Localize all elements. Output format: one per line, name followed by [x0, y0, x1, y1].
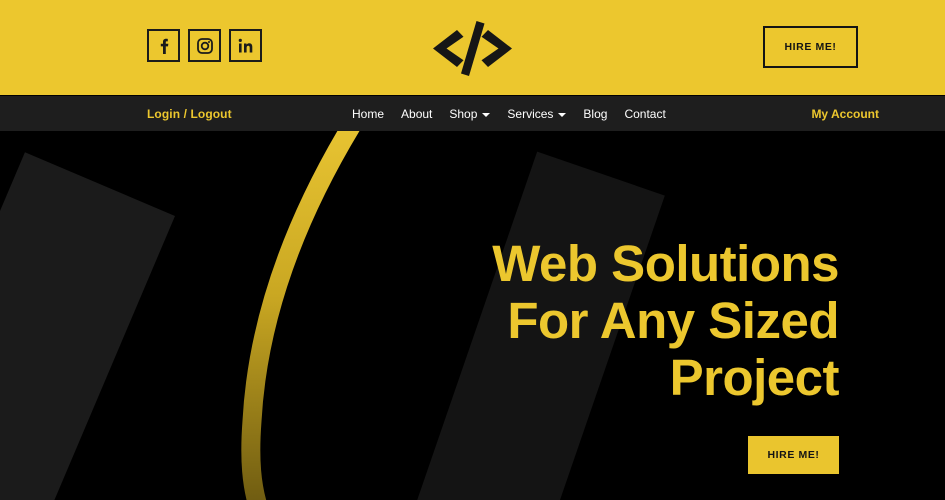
page-title: Web Solutions For Any Sized Project	[279, 235, 839, 406]
my-account-link[interactable]: My Account	[811, 107, 879, 121]
facebook-icon[interactable]	[147, 29, 180, 62]
nav-item-services[interactable]: Services	[507, 107, 567, 121]
nav-item-label: Services	[507, 107, 554, 121]
nav-item-about[interactable]: About	[401, 107, 432, 121]
nav-item-contact[interactable]: Contact	[624, 107, 665, 121]
social-links	[147, 29, 262, 62]
code-logo[interactable]	[425, 17, 520, 84]
nav-item-label: Home	[352, 107, 385, 121]
hero-headline-block: Web Solutions For Any Sized Project	[279, 235, 839, 406]
login-logout-link[interactable]: Login / Logout	[147, 107, 232, 121]
nav-item-label: About	[401, 107, 433, 121]
headline-line-2: For Any Sized	[507, 292, 839, 349]
chevron-down-icon	[558, 113, 567, 117]
nav-item-label: Contact	[624, 107, 666, 121]
nav-item-label: Shop	[449, 107, 478, 121]
nav-item-shop[interactable]: Shop	[449, 107, 491, 121]
hero-section: Web Solutions For Any Sized Project HIRE…	[0, 131, 945, 500]
headline-line-1: Web Solutions	[492, 235, 839, 292]
page-root: HIRE ME! Login / Logout Home About Shop …	[0, 0, 945, 500]
nav-menu: Home About Shop Services Blog Contact	[352, 107, 666, 121]
nav-item-blog[interactable]: Blog	[583, 107, 607, 121]
hire-me-header-button[interactable]: HIRE ME!	[763, 26, 858, 68]
hire-me-hero-button[interactable]: HIRE ME!	[748, 436, 839, 474]
top-header-bar: HIRE ME!	[0, 0, 945, 95]
decorative-shape-left	[0, 152, 175, 500]
linkedin-icon[interactable]	[229, 29, 262, 62]
main-navigation-bar: Login / Logout Home About Shop Services …	[0, 95, 945, 132]
instagram-icon[interactable]	[188, 29, 221, 62]
nav-item-home[interactable]: Home	[352, 107, 384, 121]
chevron-down-icon	[482, 113, 491, 117]
nav-item-label: Blog	[583, 107, 608, 121]
headline-line-3: Project	[669, 349, 840, 406]
